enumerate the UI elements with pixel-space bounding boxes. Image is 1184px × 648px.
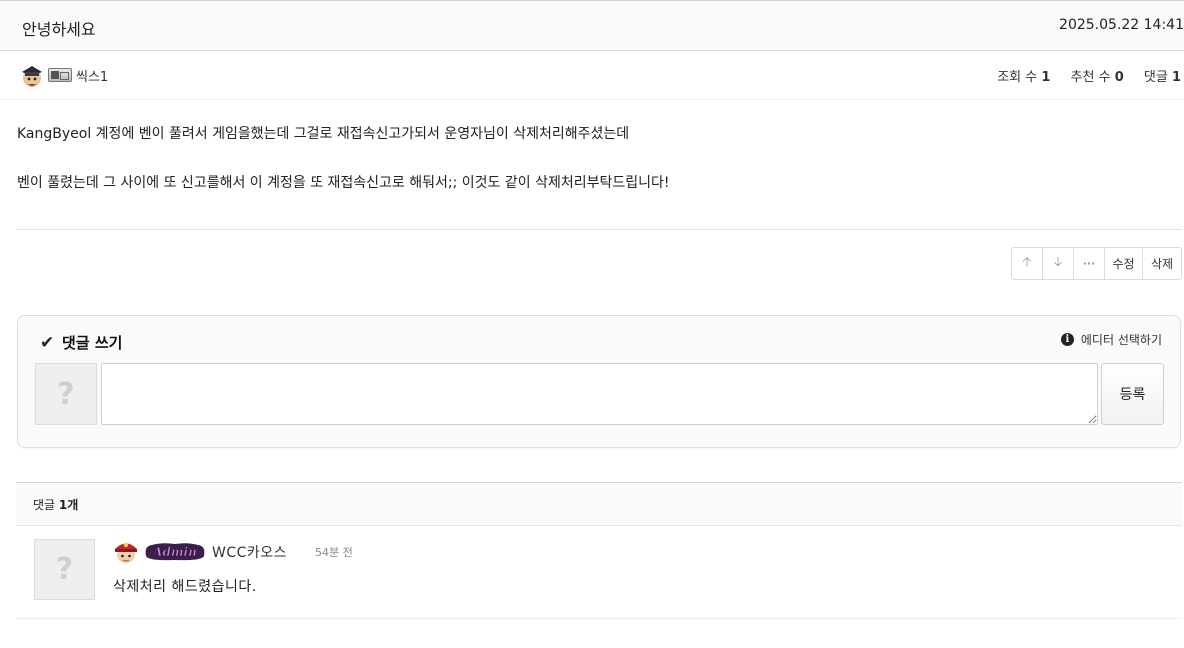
editor-select-label: 에디터 선택하기	[1080, 333, 1162, 347]
post-action-group: 🡡 🡣 ··· 수정 삭제	[1011, 247, 1182, 280]
comments-stat: 댓글 1	[1143, 70, 1181, 85]
post-body-paragraph: KangByeol 계정에 벤이 풀려서 게임을했는데 그걸로 재접속신고가되서…	[17, 126, 630, 142]
admin-badge-icon: Admin	[145, 543, 205, 561]
author-avatar-icon[interactable]	[19, 62, 45, 88]
member-level-icon	[48, 68, 72, 82]
downvote-button[interactable]: 🡣	[1043, 248, 1074, 279]
comment-form-avatar: ?	[35, 363, 97, 425]
post-author[interactable]: 씩스1	[76, 66, 108, 85]
post-date: 2025.05.22 14:41	[1059, 17, 1184, 33]
commenter-character-icon[interactable]	[113, 538, 139, 564]
arrow-up-icon: 🡡	[1022, 254, 1032, 270]
info-icon: i	[1060, 333, 1074, 346]
more-button[interactable]: ···	[1074, 248, 1105, 279]
post-stats: 조회 수 1 추천 수 0 댓글 1	[981, 66, 1181, 85]
comment-time: 54분 전	[315, 546, 353, 559]
post-body: KangByeol 계정에 벤이 풀려서 게임을했는데 그걸로 재접속신고가되서…	[17, 126, 1167, 192]
check-icon: ✔	[40, 333, 55, 353]
post-divider	[16, 229, 1182, 230]
comment-count-bar: 댓글 1개	[16, 482, 1182, 526]
views-stat: 조회 수 1	[997, 70, 1051, 85]
comment-count: 댓글 1개	[33, 498, 79, 512]
post-meta-bar: 씩스1 조회 수 1 추천 수 0 댓글 1	[0, 51, 1184, 100]
comment-textarea[interactable]	[101, 363, 1098, 425]
post-header: 안녕하세요 2025.05.22 14:41	[0, 0, 1184, 51]
comment-text: 삭제처리 해드렸습니다.	[113, 579, 257, 595]
comment-item: ? Admin WCC카오스 54분 전 삭제처리 해드렸습니다.	[16, 526, 1182, 619]
post-body-paragraph: 벤이 풀렸는데 그 사이에 또 신고를해서 이 계정을 또 재접속신고로 해둬서…	[17, 175, 670, 191]
editor-select-link[interactable]: i 에디터 선택하기	[1060, 331, 1162, 348]
commenter-avatar: ?	[34, 539, 95, 600]
commenter-name[interactable]: WCC카오스	[212, 542, 287, 562]
recommend-stat: 추천 수 0	[1070, 70, 1124, 85]
more-dots-icon: ···	[1082, 257, 1096, 270]
comment-submit-button[interactable]: 등록	[1101, 363, 1164, 425]
admin-badge-text: Admin	[152, 545, 197, 559]
delete-button[interactable]: 삭제	[1143, 248, 1181, 279]
edit-button[interactable]: 수정	[1105, 248, 1143, 279]
post-title: 안녕하세요	[22, 20, 96, 39]
comment-write-form: ✔ 댓글 쓰기 i 에디터 선택하기 ? 등록	[17, 315, 1181, 448]
upvote-button[interactable]: 🡡	[1012, 248, 1043, 279]
arrow-down-icon: 🡣	[1053, 254, 1063, 270]
comment-form-title: 댓글 쓰기	[62, 334, 123, 352]
